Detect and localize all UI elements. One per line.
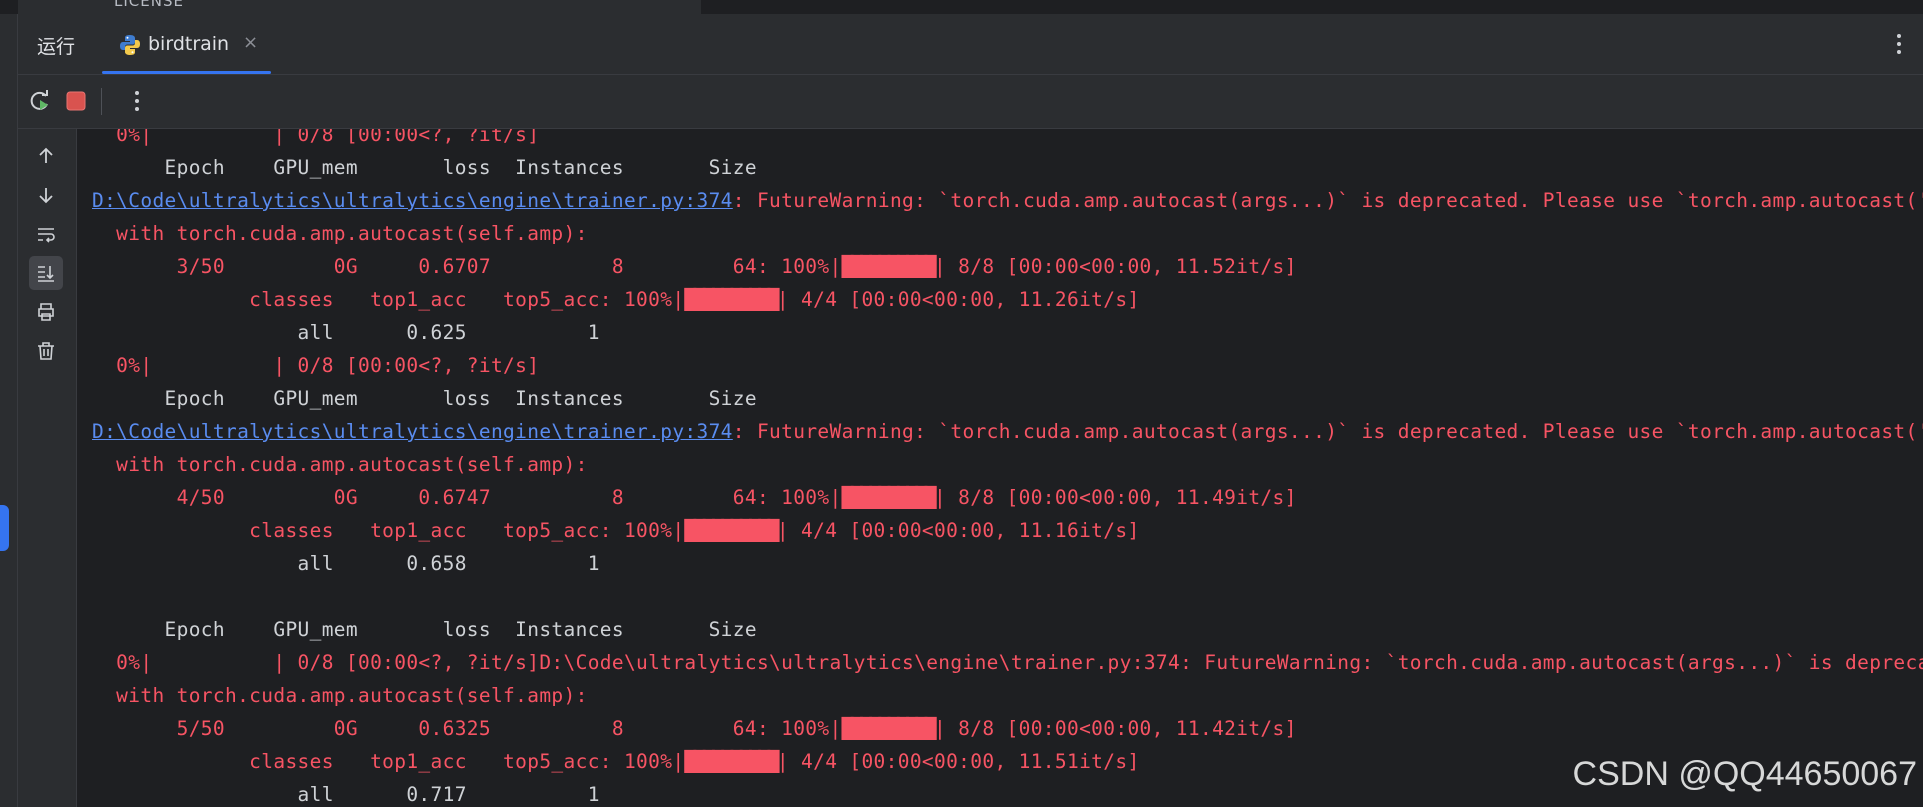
file-tree-item[interactable]: LICENSE <box>114 0 184 10</box>
close-icon[interactable]: × <box>243 32 258 53</box>
console-line: 0%| | 0/8 [00:00<?, ?it/s] <box>92 129 1923 151</box>
console-line: D:\Code\ultralytics\ultralytics\engine\t… <box>92 184 1923 217</box>
console-text: with torch.cuda.amp.autocast(self.amp): <box>92 222 588 245</box>
console-text: | 8/8 [00:00<00:00, 11.42it/s] <box>934 717 1297 740</box>
console-line: classes top1_acc top5_acc: 100%|████████… <box>92 514 1923 547</box>
console-line: 3/50 0G 0.6707 8 64: 100%|██████████| 8/… <box>92 250 1923 283</box>
tab-label: birdtrain <box>148 33 230 55</box>
watermark: CSDN @QQ44650067 <box>1572 755 1917 793</box>
console-text: 5/50 0G 0.6325 8 64: 100%| <box>92 717 842 740</box>
more-vertical-icon[interactable] <box>1893 30 1905 58</box>
left-tool-window-bar <box>0 14 18 807</box>
console-text: with torch.cuda.amp.autocast(self.amp): <box>92 453 588 476</box>
project-panel-edge: LICENSE <box>18 0 701 15</box>
arrow-up-icon[interactable] <box>29 139 63 173</box>
console-text: classes top1_acc top5_acc: 100%| <box>92 750 685 773</box>
stop-icon[interactable] <box>62 87 90 115</box>
console-text: : FutureWarning: `torch.cuda.amp.autocas… <box>732 420 1923 443</box>
rerun-icon[interactable] <box>26 87 54 115</box>
progress-bar: ██████████ <box>841 255 937 278</box>
console-text: with torch.cuda.amp.autocast(self.amp): <box>92 684 588 707</box>
console-line: 4/50 0G 0.6747 8 64: 100%|██████████| 8/… <box>92 481 1923 514</box>
console-line: Epoch GPU_mem loss Instances Size <box>92 613 1923 646</box>
console-line: 0%| | 0/8 [00:00<?, ?it/s] <box>92 349 1923 382</box>
console-line: 0%| | 0/8 [00:00<?, ?it/s]D:\Code\ultral… <box>92 646 1923 679</box>
file-link[interactable]: D:\Code\ultralytics\ultralytics\engine\t… <box>92 420 733 443</box>
print-icon[interactable] <box>29 295 63 329</box>
trash-icon[interactable] <box>29 334 63 368</box>
console-lines: 0%| | 0/8 [00:00<?, ?it/s] Epoch GPU_mem… <box>92 129 1923 807</box>
soft-wrap-icon[interactable] <box>29 217 63 251</box>
progress-bar: ██████████ <box>684 519 779 542</box>
arrow-down-icon[interactable] <box>29 178 63 212</box>
console-text: classes top1_acc top5_acc: 100%| <box>92 288 685 311</box>
console-line: Epoch GPU_mem loss Instances Size <box>92 382 1923 415</box>
console-line: with torch.cuda.amp.autocast(self.amp): <box>92 679 1923 712</box>
more-vertical-icon[interactable] <box>123 87 151 115</box>
console-output[interactable]: 0%| | 0/8 [00:00<?, ?it/s] Epoch GPU_mem… <box>77 129 1923 807</box>
console-text: : FutureWarning: `torch.cuda.amp.autocas… <box>732 189 1923 212</box>
console-line: classes top1_acc top5_acc: 100%|████████… <box>92 283 1923 316</box>
run-tab-bar: 运行 birdtrain × <box>18 14 1923 75</box>
progress-bar: ██████████ <box>841 486 937 509</box>
progress-bar: ██████████ <box>684 750 779 773</box>
console-line: D:\Code\ultralytics\ultralytics\engine\t… <box>92 415 1923 448</box>
console-text: Epoch GPU_mem loss Instances Size <box>92 156 757 179</box>
console-line: Epoch GPU_mem loss Instances Size <box>92 151 1923 184</box>
tab-birdtrain[interactable]: birdtrain × <box>102 14 271 74</box>
python-icon <box>120 35 140 55</box>
run-toolbar <box>18 75 1923 129</box>
top-strip: LICENSE <box>0 0 1923 15</box>
console-text: Epoch GPU_mem loss Instances Size <box>92 387 757 410</box>
console-text: 0%| | 0/8 [00:00<?, ?it/s]D:\Code\ultral… <box>116 651 1923 674</box>
scroll-to-end-icon[interactable] <box>29 256 63 290</box>
console-line: all 0.658 1 <box>92 547 1923 580</box>
console-text: | 8/8 [00:00<00:00, 11.52it/s] <box>934 255 1297 278</box>
progress-bar: ██████████ <box>684 288 779 311</box>
file-link[interactable]: D:\Code\ultralytics\ultralytics\engine\t… <box>92 189 733 212</box>
console-text: all 0.717 1 <box>92 783 600 806</box>
console-text: | 8/8 [00:00<00:00, 11.49it/s] <box>934 486 1297 509</box>
console-text: | 4/4 [00:00<00:00, 11.26it/s] <box>776 288 1140 311</box>
console-text: | 4/4 [00:00<00:00, 11.16it/s] <box>776 519 1140 542</box>
run-tool-window-title: 运行 <box>37 36 76 58</box>
console-text: all 0.658 1 <box>92 552 600 575</box>
console-line: with torch.cuda.amp.autocast(self.amp): <box>92 217 1923 250</box>
console-text: | 4/4 [00:00<00:00, 11.51it/s] <box>776 750 1140 773</box>
console-side-toolbar <box>18 129 77 807</box>
console-text: 0%| | 0/8 [00:00<?, ?it/s] <box>92 354 540 377</box>
toolbar-separator <box>101 88 102 115</box>
console-text: 0%| | 0/8 [00:00<?, ?it/s] <box>92 129 540 146</box>
console-text: classes top1_acc top5_acc: 100%| <box>92 519 685 542</box>
console-text: all 0.625 1 <box>92 321 600 344</box>
console-text: 4/50 0G 0.6747 8 64: 100%| <box>92 486 842 509</box>
left-active-indicator[interactable] <box>0 505 9 551</box>
console-line: 5/50 0G 0.6325 8 64: 100%|██████████| 8/… <box>92 712 1923 745</box>
console-line: with torch.cuda.amp.autocast(self.amp): <box>92 448 1923 481</box>
console-text: 3/50 0G 0.6707 8 64: 100%| <box>92 255 842 278</box>
progress-bar: ██████████ <box>841 717 937 740</box>
active-tab-indicator <box>102 71 271 74</box>
console-line: all 0.625 1 <box>92 316 1923 349</box>
console-text: Epoch GPU_mem loss Instances Size <box>92 618 757 641</box>
